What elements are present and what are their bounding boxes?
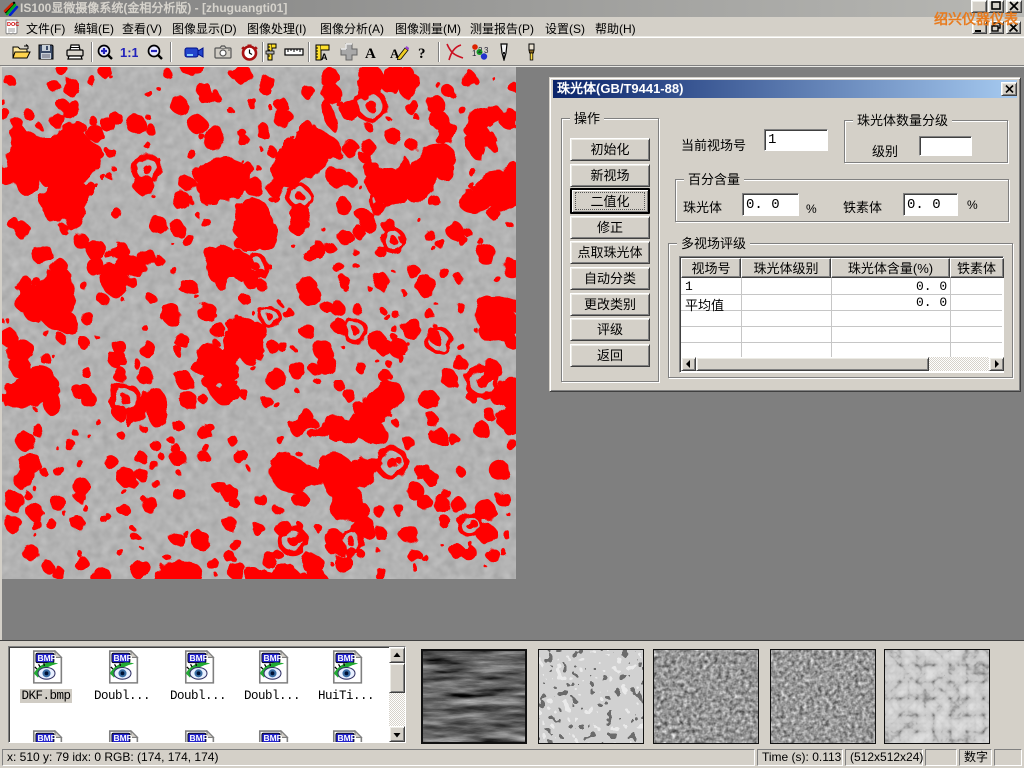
svg-text:1:1: 1:1: [120, 45, 138, 59]
svg-text:2: 2: [478, 46, 483, 55]
svg-text:A: A: [321, 52, 328, 61]
svg-text:3: 3: [484, 46, 489, 55]
svg-text:A: A: [365, 46, 376, 60]
svg-text:?: ?: [418, 46, 426, 60]
svg-text:DOC: DOC: [7, 22, 19, 28]
svg-text:1: 1: [472, 49, 477, 58]
